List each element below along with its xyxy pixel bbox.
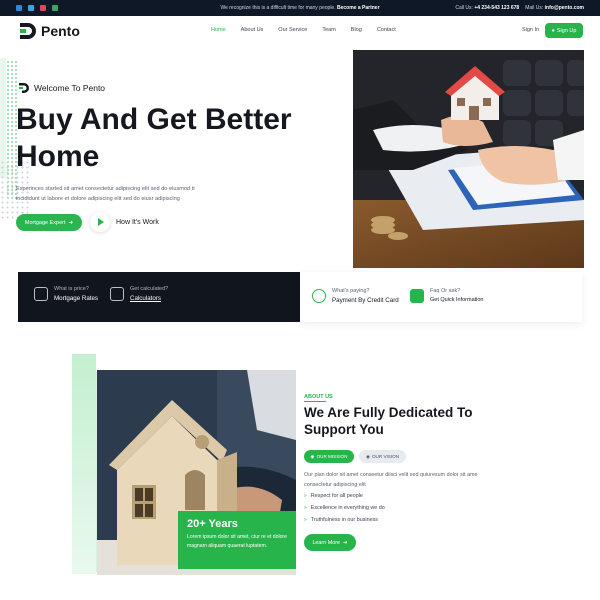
feature-item: » Respect for all people	[304, 493, 363, 499]
sign-in-link[interactable]: Sign In	[522, 27, 539, 33]
call-number[interactable]: +4 234-543 123 678	[474, 5, 519, 11]
topbar-contact: Call Us: +4 234-543 123 678 Mail Us: inf…	[455, 5, 584, 11]
hero-title-line-1: Buy And Get Better	[16, 103, 292, 136]
years-experience-card: 20+ Years Lorem ipsum dolor sit amet, ct…	[178, 511, 296, 569]
years-title: 20+ Years	[187, 518, 238, 530]
strip-item-value: Payment By Credit Card	[332, 297, 399, 304]
brand-name: Pento	[41, 23, 80, 39]
tab-our-mission[interactable]: ◉ OUR MISSION	[304, 450, 354, 463]
mail-label: Mail Us:	[525, 5, 544, 11]
hero-desc-line-1: Experinces started sit amet consectetur …	[16, 186, 196, 192]
sign-up-label: Sign Up	[556, 27, 577, 34]
notice-text: We recognize this is a difficult time fo…	[220, 5, 336, 11]
nav-our-service[interactable]: Our Service	[278, 27, 307, 33]
dollar-icon	[312, 289, 326, 303]
nav-blog[interactable]: Blog	[351, 27, 362, 33]
strip-item-title: Get calculated?	[130, 286, 169, 292]
hero-title-line-2: Home	[16, 140, 100, 173]
nav-team[interactable]: Team	[322, 27, 335, 33]
eye-icon: ◉	[365, 453, 370, 459]
tab-our-vision[interactable]: ◉ OUR VISION	[359, 450, 406, 463]
arrow-right-icon: ➜	[343, 539, 348, 546]
strip-item-value: Calculators	[130, 295, 161, 302]
learn-more-label: Learn More	[312, 539, 341, 546]
how-it-works-link[interactable]: How It's Work	[116, 219, 159, 226]
info-strip-light: What's paying? Payment By Credit Card Fa…	[300, 272, 582, 322]
pento-mark-icon	[19, 83, 29, 93]
strip-item-title: Faq Or ask?	[430, 288, 461, 294]
calculator-icon	[110, 287, 124, 301]
become-partner-link[interactable]: Become a Partner	[337, 5, 380, 11]
call-label: Call Us:	[455, 5, 473, 11]
feature-label: Excellence in everything we do	[310, 505, 385, 511]
strip-item-title: What is price?	[54, 286, 89, 292]
strip-item-payment[interactable]: What's paying? Payment By Credit Card	[312, 288, 399, 304]
double-chevron-icon: »	[304, 517, 307, 523]
play-video-button[interactable]	[90, 212, 110, 232]
strip-item-mortgage-rates[interactable]: What is price? Mortgage Rates	[34, 286, 98, 302]
about-title-line-1: We Are Fully Dedicated To	[304, 405, 473, 420]
arrow-right-icon: ➜	[68, 219, 74, 226]
house-keys-handover-photo	[353, 50, 584, 268]
learn-more-button[interactable]: Learn More ➜	[304, 534, 356, 551]
nav-contact[interactable]: Contact	[377, 27, 396, 33]
about-accent-bar	[72, 354, 96, 574]
about-title: We Are Fully Dedicated To Support You	[304, 404, 544, 438]
top-bar: We recognize this is a difficult time fo…	[0, 0, 600, 16]
about-description: Our plan dolor sit amet conseetur diisci…	[304, 472, 478, 488]
strip-item-title: What's paying?	[332, 288, 370, 294]
money-icon	[34, 287, 48, 301]
welcome-text: Welcome To Pento	[34, 83, 106, 93]
strip-item-calculators[interactable]: Get calculated? Calculators	[110, 286, 168, 302]
mail-address[interactable]: info@pento.com	[545, 5, 584, 11]
double-chevron-icon: »	[304, 493, 307, 499]
mortgage-expert-button[interactable]: Mortgage Expert ➜	[16, 214, 82, 231]
target-icon: ◉	[310, 453, 315, 459]
hero-title: Buy And Get Better Home	[16, 101, 346, 175]
main-nav: Home About Us Our Service Team Blog Cont…	[211, 27, 396, 33]
sign-up-button[interactable]: ● Sign Up	[545, 23, 583, 38]
feature-label: Truthfulness in our business	[310, 517, 378, 523]
tab-label: OUR MISSION	[316, 454, 348, 459]
main-header: Pento Home About Us Our Service Team Blo…	[0, 16, 600, 46]
strip-item-value: Mortgage Rates	[54, 295, 99, 302]
user-icon: ●	[551, 27, 555, 34]
hero-image	[353, 50, 584, 268]
hero-desc-line-2: incididunt ut labore et dolore adipiscin…	[16, 196, 180, 202]
pento-logo-icon	[20, 23, 36, 39]
strip-item-faq[interactable]: Faq Or ask? Get Quick Information	[410, 288, 484, 303]
mortgage-expert-label: Mortgage Expert	[24, 219, 66, 226]
feature-label: Respect for all people	[310, 493, 363, 499]
person-icon	[410, 288, 424, 303]
site-logo[interactable]: Pento	[18, 22, 80, 40]
strip-item-value: Get Quick Information	[430, 297, 484, 303]
nav-about-us[interactable]: About Us	[241, 27, 264, 33]
about-tag: ABOUT US	[304, 394, 333, 400]
hero-description: Experinces started sit amet consectetur …	[16, 184, 246, 204]
tab-label: OUR VISION	[371, 454, 400, 459]
info-strip-dark: What is price? Mortgage Rates Get calcul…	[18, 272, 300, 322]
nav-home[interactable]: Home	[211, 27, 226, 33]
hero-welcome: Welcome To Pento	[18, 83, 105, 93]
double-chevron-icon: »	[304, 505, 307, 511]
feature-item: » Excellence in everything we do	[304, 505, 385, 511]
years-description: Lorem ipsum dolor sit amet, ctur re et d…	[187, 534, 287, 549]
about-title-line-2: Support You	[304, 422, 384, 437]
feature-item: » Truthfulness in our business	[304, 517, 378, 523]
